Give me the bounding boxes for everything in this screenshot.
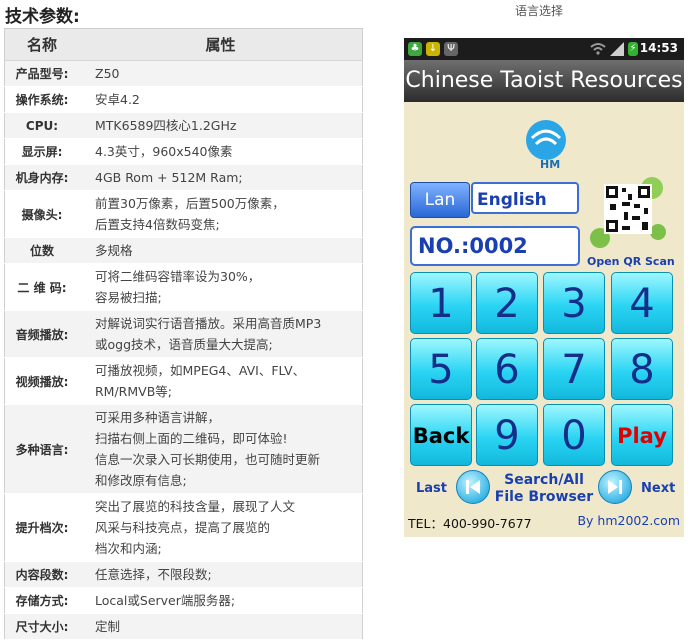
key-6[interactable]: 6 xyxy=(476,338,538,400)
row-key: 存储方式: xyxy=(4,587,79,614)
hm-logo-icon: HM xyxy=(526,120,566,171)
battery-icon: ⚡ xyxy=(628,42,638,56)
row-key: 多种语言: xyxy=(4,404,79,494)
table-row: 机身内存: 4GB Rom + 512M Ram; xyxy=(4,164,363,191)
key-3[interactable]: 3 xyxy=(543,272,605,334)
usb-icon: Ψ xyxy=(444,42,458,56)
status-time: 14:53 xyxy=(639,41,678,55)
table-row: 显示屏: 4.3英寸，960x540像素 xyxy=(4,138,363,165)
back-button[interactable]: Back xyxy=(410,404,472,466)
table-row: 内容段数: 任意选择，不限段数; xyxy=(4,561,363,588)
row-value: 可采用多种语言讲解， 扫描右侧上面的二维码，即可体验! 信息一次录入可长期使用，… xyxy=(79,404,363,494)
key-8[interactable]: 8 xyxy=(611,338,673,400)
browser-label-line2: File Browser xyxy=(494,489,594,505)
key-7[interactable]: 7 xyxy=(543,338,605,400)
header-attribute: 属性 xyxy=(79,28,363,61)
row-value: 多规格 xyxy=(79,237,363,264)
header-name: 名称 xyxy=(4,28,79,61)
table-row: 二 维 码: 可将二维码容错率设为30%， 容易被扫描; xyxy=(4,263,363,311)
row-value: 4GB Rom + 512M Ram; xyxy=(79,164,363,191)
row-key: 位数 xyxy=(4,237,79,264)
table-row: 操作系统: 安卓4.2 xyxy=(4,86,363,113)
key-5[interactable]: 5 xyxy=(410,338,472,400)
qr-code-icon[interactable] xyxy=(588,174,666,250)
row-key: 操作系统: xyxy=(4,86,79,113)
key-9[interactable]: 9 xyxy=(476,404,538,466)
row-key: 产品型号: xyxy=(4,60,79,87)
row-value: 定制 xyxy=(79,613,363,640)
row-value: 前置30万像素，后置500万像素， 后置支持4倍数码变焦; xyxy=(79,190,363,238)
row-key: 二 维 码: xyxy=(4,263,79,311)
specs-table: 名称 属性 产品型号: Z50 操作系统: 安卓4.2 CPU: MTK6589四核心… xyxy=(4,28,363,640)
row-value: 可播放视频，如MPEG4、AVI、FLV、 RM/RMVB等; xyxy=(79,357,363,405)
row-key: 音频播放: xyxy=(4,310,79,358)
browser-label-line1: Search/All xyxy=(504,472,584,488)
row-key: 摄像头: xyxy=(4,190,79,238)
table-row: 视频播放: 可播放视频，如MPEG4、AVI、FLV、 RM/RMVB等; xyxy=(4,357,363,405)
row-value: 安卓4.2 xyxy=(79,86,363,113)
table-row: 存储方式: Local或Server端服务器; xyxy=(4,587,363,614)
row-key: 视频播放: xyxy=(4,357,79,405)
app-title: Chinese Taoist Resources xyxy=(404,60,684,102)
last-button[interactable]: Last xyxy=(416,481,447,496)
language-field[interactable]: English xyxy=(471,182,579,214)
next-button[interactable]: Next xyxy=(641,481,675,496)
row-value: 4.3英寸，960x540像素 xyxy=(79,138,363,165)
wifi-icon xyxy=(590,43,606,55)
play-button[interactable]: Play xyxy=(611,404,673,466)
row-value: 突出了展览的科技含量，展现了人文 风采与科技亮点，提高了展览的 档次和内涵; xyxy=(79,493,363,562)
number-field[interactable]: NO.:0002 xyxy=(410,226,580,266)
open-qr-scan-link[interactable]: Open QR Scan xyxy=(587,255,675,268)
page-heading: 技术参数: xyxy=(5,7,80,27)
image-caption: 语言选择 xyxy=(515,4,564,18)
table-row: 产品型号: Z50 xyxy=(4,60,363,87)
app-notification-icon: ♣ xyxy=(408,42,422,56)
table-row: CPU: MTK6589四核心1.2GHz xyxy=(4,112,363,139)
row-key: CPU: xyxy=(4,112,79,139)
phone-screenshot: ♣ ↓ Ψ ⚡ 14:53 Chinese Taoist Resources H… xyxy=(404,38,684,537)
table-row: 音频播放: 对解说词实行语音播放。采用高音质MP3 或ogg技术，语音质量大大提高… xyxy=(4,310,363,358)
previous-icon[interactable] xyxy=(456,470,490,504)
language-button[interactable]: Lan xyxy=(410,182,470,218)
website-link[interactable]: By hm2002.com xyxy=(577,513,680,528)
signal-icon xyxy=(610,42,624,56)
table-row: 尺寸大小: 定制 xyxy=(4,613,363,640)
table-row: 提升档次: 突出了展览的科技含量，展现了人文 风采与科技亮点，提高了展览的 档次和… xyxy=(4,493,363,562)
download-notification-icon: ↓ xyxy=(426,42,440,56)
row-key: 尺寸大小: xyxy=(4,613,79,640)
row-value: MTK6589四核心1.2GHz xyxy=(79,112,363,139)
status-bar: ♣ ↓ Ψ ⚡ 14:53 xyxy=(404,38,684,60)
key-4[interactable]: 4 xyxy=(611,272,673,334)
row-key: 提升档次: xyxy=(4,493,79,562)
next-icon[interactable] xyxy=(598,470,632,504)
phone-number: TEL：400-990-7677 xyxy=(408,516,532,531)
row-key: 机身内存: xyxy=(4,164,79,191)
logo-text: HM xyxy=(540,158,560,171)
key-0[interactable]: 0 xyxy=(543,404,605,466)
row-value: 任意选择，不限段数; xyxy=(79,561,363,588)
key-1[interactable]: 1 xyxy=(410,272,472,334)
table-row: 多种语言: 可采用多种语言讲解， 扫描右侧上面的二维码，即可体验! 信息一次录入可… xyxy=(4,404,363,494)
row-value: 对解说词实行语音播放。采用高音质MP3 或ogg技术，语音质量大大提高; xyxy=(79,310,363,358)
specs-header-row: 名称 属性 xyxy=(4,28,363,61)
row-value: Local或Server端服务器; xyxy=(79,587,363,614)
row-value: 可将二维码容错率设为30%， 容易被扫描; xyxy=(79,263,363,311)
table-row: 位数 多规格 xyxy=(4,237,363,264)
row-key: 内容段数: xyxy=(4,561,79,588)
file-browser-button[interactable]: Search/All File Browser xyxy=(492,472,596,506)
row-value: Z50 xyxy=(79,60,363,87)
table-row: 摄像头: 前置30万像素，后置500万像素， 后置支持4倍数码变焦; xyxy=(4,190,363,238)
row-key: 显示屏: xyxy=(4,138,79,165)
key-2[interactable]: 2 xyxy=(476,272,538,334)
